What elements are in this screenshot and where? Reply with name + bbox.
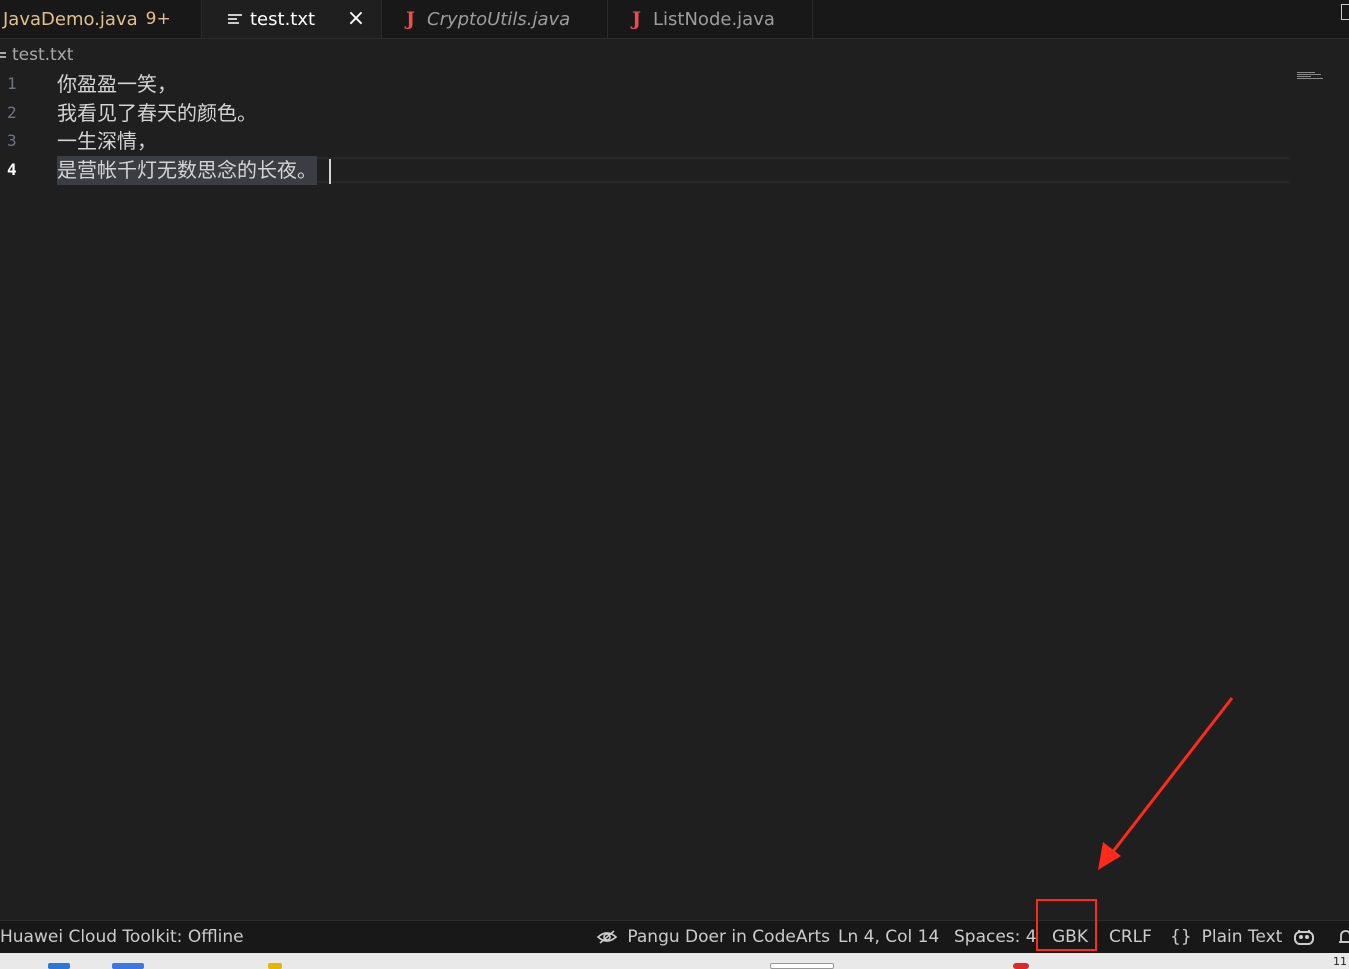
line-text[interactable]: 是营帐千灯无数思念的长夜。 xyxy=(57,156,317,185)
taskbar-app-icon[interactable] xyxy=(48,963,70,969)
editor-line: 3 一生深情， xyxy=(0,127,1349,156)
text-file-icon xyxy=(228,12,242,26)
status-indentation[interactable]: Spaces: 4 xyxy=(954,921,1037,953)
text-file-icon xyxy=(0,50,6,60)
breadcrumb-file[interactable]: test.txt xyxy=(12,45,73,65)
java-file-icon: J xyxy=(406,8,415,30)
editor-line-current: 4 是营帐千灯无数思念的长夜。 xyxy=(0,156,1349,185)
java-file-icon: J xyxy=(632,8,641,30)
status-language-label: Plain Text xyxy=(1201,927,1283,947)
notifications-icon[interactable] xyxy=(1338,928,1349,946)
editor-tab-bar: JavaDemo.java 9+ test.txt × J CryptoUtil… xyxy=(0,0,1349,39)
tab-label: JavaDemo.java xyxy=(3,8,138,30)
problems-badge: 9+ xyxy=(145,9,171,29)
breadcrumb[interactable]: test.txt xyxy=(0,42,73,68)
tab-label: CryptoUtils.java xyxy=(427,8,571,30)
line-text[interactable]: 你盈盈一笑， xyxy=(57,70,177,99)
taskbar-app-icon[interactable] xyxy=(268,963,282,969)
copilot-icon[interactable] xyxy=(1293,928,1315,946)
line-number: 4 xyxy=(7,160,17,179)
close-icon[interactable]: × xyxy=(343,5,369,31)
tab-test-txt[interactable]: test.txt × xyxy=(202,0,382,38)
status-toolkit[interactable]: Huawei Cloud Toolkit: Offline xyxy=(0,921,244,953)
eye-off-icon xyxy=(596,930,618,944)
text-cursor xyxy=(329,159,331,184)
line-number: 3 xyxy=(7,131,17,150)
braces-icon: {} xyxy=(1170,927,1192,947)
split-editor-icon[interactable] xyxy=(1341,4,1349,20)
vscode-window: JavaDemo.java 9+ test.txt × J CryptoUtil… xyxy=(0,0,1349,969)
tab-javademo[interactable]: JavaDemo.java 9+ xyxy=(0,0,202,38)
line-number: 1 xyxy=(7,74,17,93)
line-text[interactable]: 一生深情， xyxy=(57,127,157,156)
line-text[interactable]: 我看见了春天的颜色。 xyxy=(57,99,257,128)
status-pangu-label: Pangu Doer in CodeArts xyxy=(627,927,830,947)
editor-line: 1 你盈盈一笑， xyxy=(0,70,1349,99)
taskbar-app-icon[interactable] xyxy=(112,963,144,969)
status-bar: Huawei Cloud Toolkit: Offline Pangu Doer… xyxy=(0,920,1349,953)
tab-label: test.txt xyxy=(250,8,316,30)
tab-label: ListNode.java xyxy=(653,8,775,30)
tab-listnode[interactable]: J ListNode.java xyxy=(608,0,813,38)
taskbar-clock[interactable]: 11 xyxy=(1333,955,1347,968)
status-cursor-position[interactable]: Ln 4, Col 14 xyxy=(838,921,939,953)
taskbar-app-icon[interactable] xyxy=(1013,963,1029,969)
encoding-highlight-box xyxy=(1036,899,1097,951)
status-eol[interactable]: CRLF xyxy=(1109,921,1152,953)
taskbar-app-icon[interactable] xyxy=(770,963,834,969)
line-number: 2 xyxy=(7,103,17,122)
tab-cryptoutils[interactable]: J CryptoUtils.java xyxy=(382,0,608,38)
status-pangu[interactable]: Pangu Doer in CodeArts xyxy=(596,921,830,953)
status-language[interactable]: {} Plain Text xyxy=(1170,921,1282,953)
os-taskbar: 11 xyxy=(0,953,1349,969)
editor-line: 2 我看见了春天的颜色。 xyxy=(0,99,1349,128)
